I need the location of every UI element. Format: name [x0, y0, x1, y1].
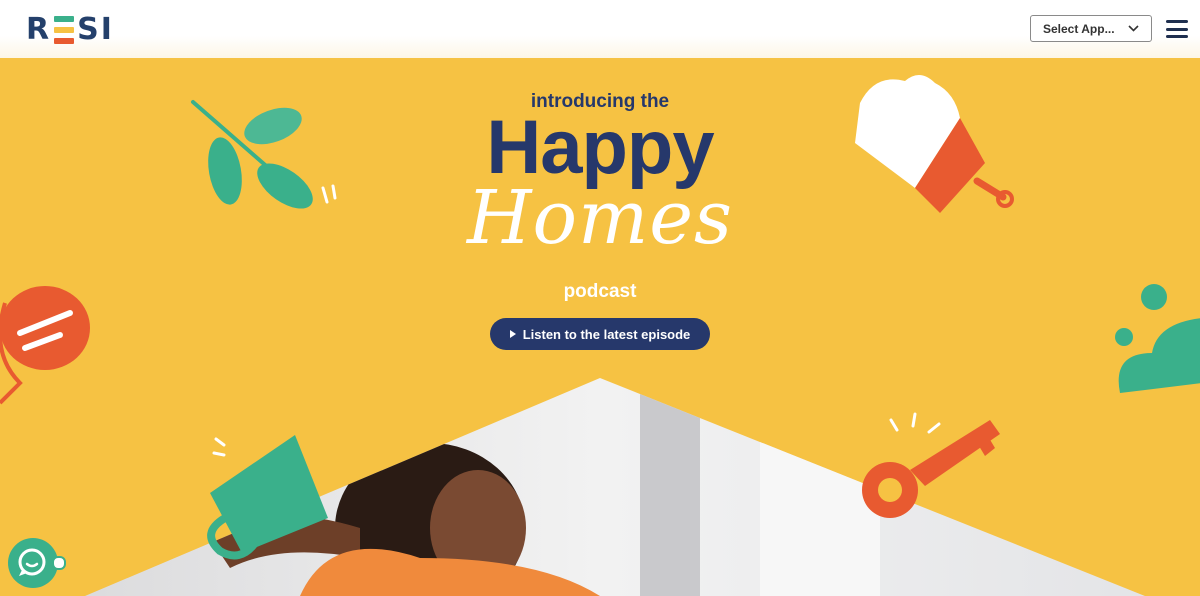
header-fade: [0, 36, 1200, 58]
hero-banner: introducing the Happy Homes podcast List…: [0, 58, 1200, 596]
resi-logo[interactable]: R SI: [26, 14, 114, 46]
select-app-dropdown[interactable]: Select App...: [1030, 15, 1152, 42]
play-icon: [509, 330, 516, 338]
logo-letter-r: R: [26, 12, 52, 47]
hamburger-menu-icon[interactable]: [1166, 20, 1188, 38]
chat-widget-button[interactable]: [8, 538, 58, 588]
key-illustration: [862, 412, 1000, 518]
chevron-down-icon: [1128, 25, 1139, 32]
chat-status-dot: [52, 556, 66, 570]
select-app-label: Select App...: [1043, 21, 1115, 36]
logo-letter-e-stripes: [54, 16, 75, 44]
coffee-mug-illustration: [207, 435, 328, 560]
logo-letters-si: SI: [77, 12, 114, 47]
cta-label: Listen to the latest episode: [522, 326, 691, 342]
listen-latest-episode-button[interactable]: Listen to the latest episode: [490, 318, 710, 350]
hero-subtitle-podcast: podcast: [563, 281, 637, 302]
chat-bubble-icon: [18, 548, 46, 576]
top-navigation-bar: R SI Select App...: [0, 0, 1200, 58]
hero-title-homes: Homes: [466, 175, 734, 261]
